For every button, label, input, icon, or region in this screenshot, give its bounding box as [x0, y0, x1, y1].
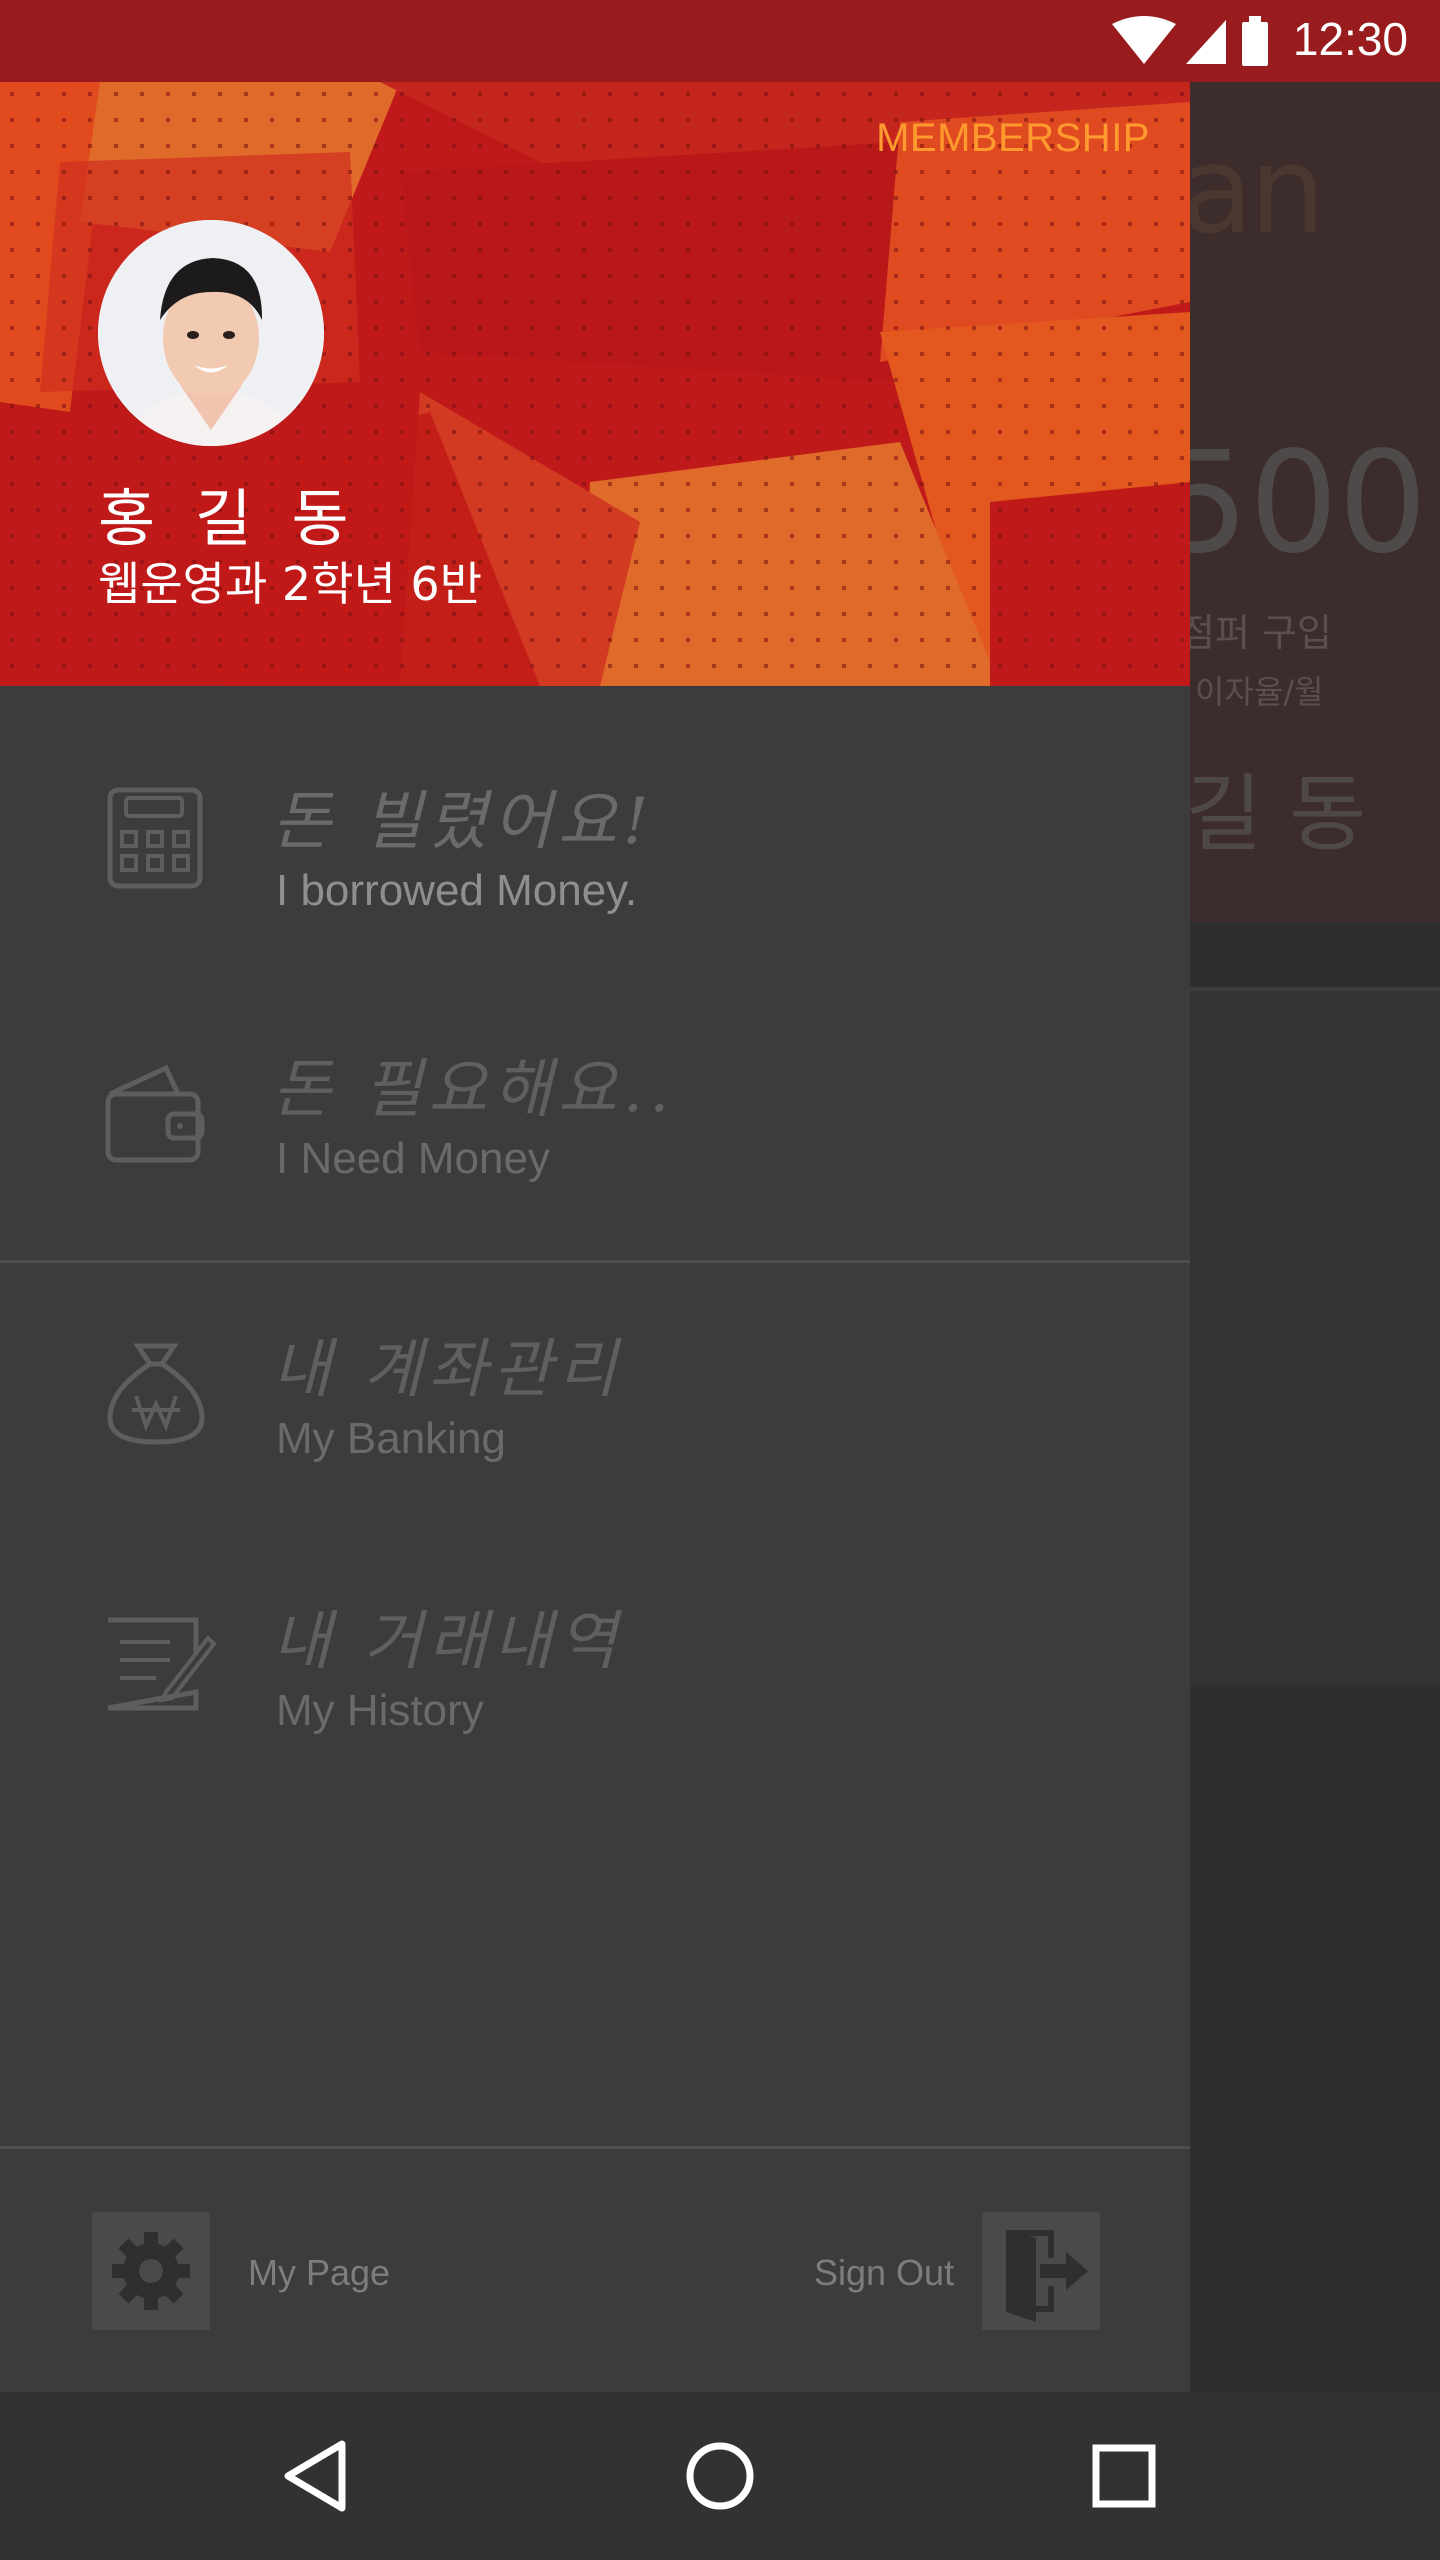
- menu-divider: [0, 1260, 1190, 1263]
- my-page-label[interactable]: My Page: [248, 2252, 390, 2294]
- user-class: 웹운영과 2학년 6반: [98, 557, 483, 611]
- footer-divider: [0, 2146, 1190, 2149]
- my-page-button[interactable]: [92, 2212, 210, 2330]
- sign-out-label[interactable]: Sign Out: [814, 2252, 954, 2294]
- background-subtitle: 점퍼 구입: [1180, 611, 1332, 655]
- avatar[interactable]: [98, 220, 324, 446]
- back-icon[interactable]: [266, 2426, 366, 2526]
- menu-title: 돈 필요해요..: [272, 1053, 676, 1127]
- background-amount: 500: [1160, 422, 1428, 585]
- gear-icon: [112, 2232, 190, 2310]
- menu-subtitle: I borrowed Money.: [276, 866, 638, 915]
- status-time: 12:30: [1292, 13, 1408, 65]
- wifi-icon: [1112, 16, 1176, 64]
- status-bar: 12:30: [0, 0, 1440, 82]
- money-bag-icon: [107, 1343, 205, 1445]
- background-name: 길 동: [1185, 765, 1367, 863]
- menu-title: 내 계좌관리: [272, 1333, 623, 1407]
- notepad-icon: [107, 1617, 216, 1711]
- menu-item-borrowed-money[interactable]: 돈 빌렸어요! I borrowed Money.: [0, 766, 1190, 996]
- background-card: [1150, 987, 1440, 1687]
- status-icons: [1110, 14, 1270, 68]
- home-icon[interactable]: [670, 2426, 770, 2526]
- battery-icon: [1242, 16, 1268, 66]
- menu-item-need-money[interactable]: 돈 필요해요.. I Need Money: [0, 1034, 1190, 1264]
- signal-icon: [1186, 20, 1226, 64]
- background-rate: 이자율/월: [1195, 673, 1324, 711]
- membership-link[interactable]: MEMBERSHIP: [876, 116, 1150, 161]
- exit-door-icon: [1006, 2230, 1088, 2322]
- recents-icon[interactable]: [1074, 2426, 1174, 2526]
- navigation-drawer: MEMBERSHIP 홍 길 동 웹운영과 2학년 6반 돈 빌렸어요! I b…: [0, 82, 1190, 2392]
- menu-subtitle: My Banking: [276, 1414, 506, 1463]
- background-logo: an: [1180, 122, 1326, 261]
- calculator-icon: [107, 787, 203, 889]
- menu-item-my-history[interactable]: 내 거래내역 My History: [0, 1590, 1190, 1820]
- menu-subtitle: My History: [276, 1686, 484, 1735]
- drawer-footer: My Page Sign Out: [0, 2150, 1190, 2392]
- user-name: 홍 길 동: [98, 482, 359, 555]
- menu-title: 내 거래내역: [272, 1605, 623, 1679]
- system-nav-bar: [0, 2392, 1440, 2560]
- wallet-icon: [105, 1064, 205, 1163]
- menu-item-my-banking[interactable]: 내 계좌관리 My Banking: [0, 1314, 1190, 1544]
- sign-out-button[interactable]: [982, 2212, 1100, 2330]
- drawer-header: MEMBERSHIP 홍 길 동 웹운영과 2학년 6반: [0, 82, 1190, 686]
- menu-title: 돈 빌렸어요!: [272, 785, 655, 859]
- menu-subtitle: I Need Money: [276, 1134, 550, 1183]
- avatar-image: [98, 220, 324, 446]
